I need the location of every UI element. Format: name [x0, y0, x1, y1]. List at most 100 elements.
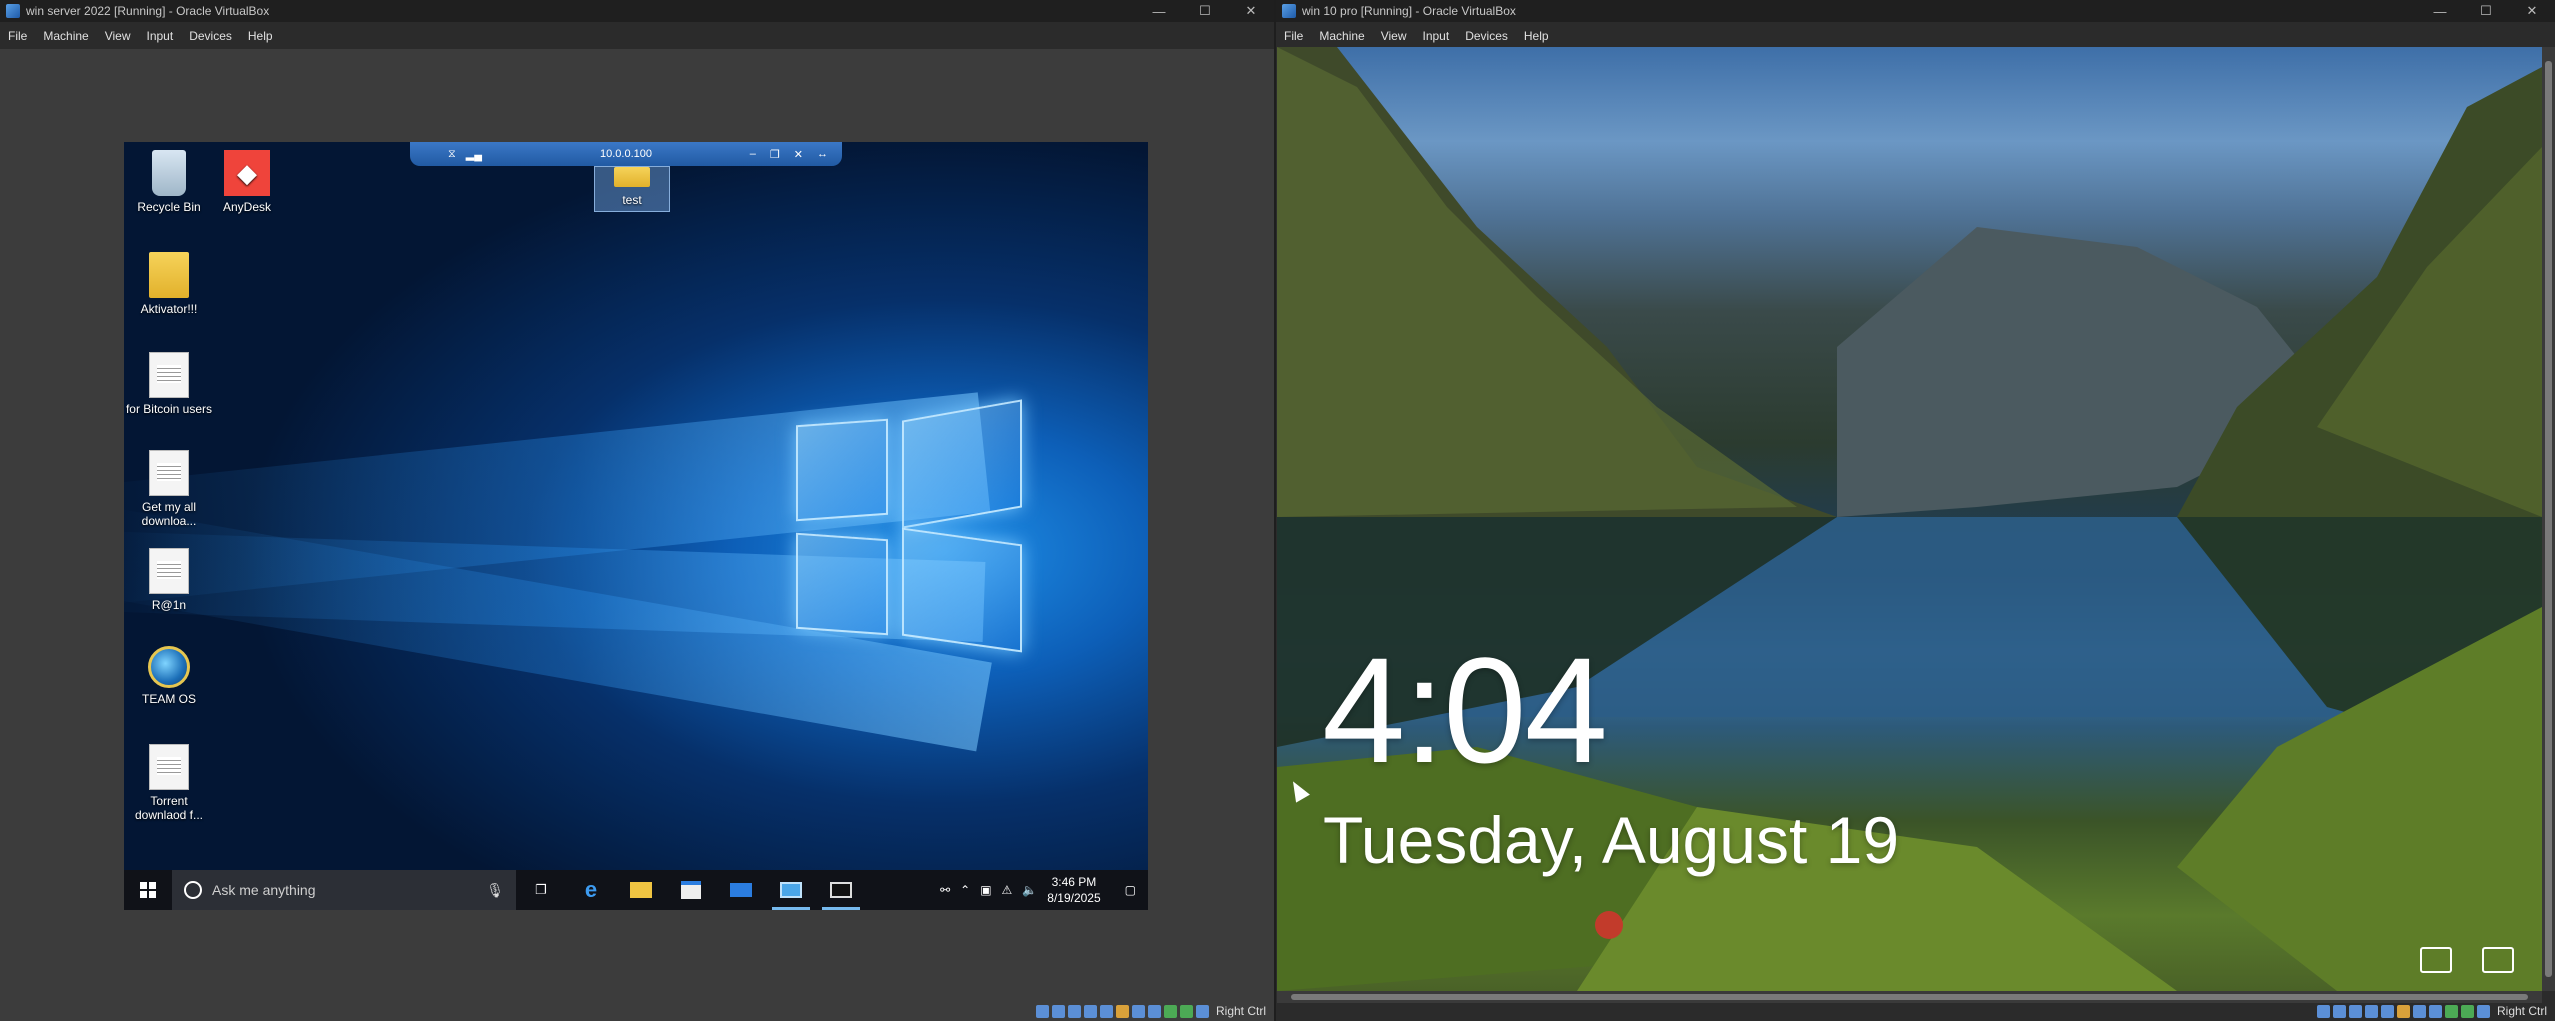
network-warning-icon [2420, 947, 2452, 973]
mouse-integration-icon[interactable] [2460, 1004, 2474, 1018]
menu-help[interactable]: Help [240, 29, 281, 43]
anydesk-icon: ◆ [224, 150, 270, 196]
cpu-icon[interactable] [2444, 1004, 2458, 1018]
desktop-icon-team-os[interactable]: TEAM OS [124, 646, 214, 706]
window-title: win server 2022 [Running] - Oracle Virtu… [26, 4, 270, 18]
virtualbox-icon [1282, 4, 1296, 18]
folder-icon [614, 167, 650, 187]
document-icon [149, 744, 189, 790]
status-bar: Right Ctrl [1035, 1001, 1274, 1021]
people-icon[interactable]: ⚯ [940, 883, 950, 897]
minimize-button[interactable]: — [1136, 0, 1182, 22]
chevron-up-icon[interactable]: ⌃ [960, 883, 970, 897]
host-key-label: Right Ctrl [2496, 1004, 2547, 1018]
menu-file[interactable]: File [1276, 29, 1311, 43]
audio-icon[interactable] [2348, 1004, 2362, 1018]
status-bar: Right Ctrl [2316, 1001, 2555, 1021]
menu-bar: File Machine View Input Devices Help [0, 22, 1274, 49]
maximize-button[interactable]: ☐ [1182, 0, 1228, 22]
guest-screen-win10-lock[interactable]: 4:04 Tuesday, August 19 [1277, 47, 2542, 991]
desktop-icon-get-my-all-downloads[interactable]: Get my all downloa... [124, 450, 214, 528]
close-button[interactable]: ✕ [2509, 0, 2555, 22]
shared-folder-icon[interactable] [1115, 1004, 1129, 1018]
taskbar-file-explorer[interactable] [616, 870, 666, 910]
menu-help[interactable]: Help [1516, 29, 1557, 43]
maximize-button[interactable]: ☐ [2463, 0, 2509, 22]
storage-icon[interactable] [1035, 1004, 1049, 1018]
network-tray-icon[interactable]: ▣ [980, 883, 991, 897]
windows-logo-wallpaper [796, 399, 1096, 660]
recycle-bin-icon [152, 150, 186, 196]
taskbar-store[interactable] [666, 870, 716, 910]
rd-resize-icon[interactable]: ↔ [817, 148, 828, 161]
audio-icon[interactable] [1067, 1004, 1081, 1018]
rd-minimize-button[interactable]: – [750, 148, 756, 161]
close-button[interactable]: ✕ [1228, 0, 1274, 22]
recording-icon[interactable] [2428, 1004, 2442, 1018]
guest-screen-win-server[interactable]: ⧖ ▂▄ 10.0.0.100 – ❐ ✕ ↔ Recycle Bin ◆ An… [124, 142, 1148, 910]
volume-icon[interactable]: 🔈 [1022, 883, 1037, 897]
taskbar-remote-desktop[interactable] [766, 870, 816, 910]
desktop-icon-r1n[interactable]: R@1n [124, 548, 214, 612]
lock-screen-date: Tuesday, August 19 [1323, 803, 1900, 877]
rd-close-button[interactable]: ✕ [794, 148, 803, 161]
storage-icon[interactable] [2316, 1004, 2330, 1018]
desktop-icon-aktivator[interactable]: Aktivator!!! [124, 252, 214, 316]
title-bar: win server 2022 [Running] - Oracle Virtu… [0, 0, 1274, 22]
warning-tray-icon[interactable]: ⚠ [1002, 883, 1013, 897]
menu-machine[interactable]: Machine [35, 29, 96, 43]
mail-icon [730, 883, 752, 897]
taskbar-mail[interactable] [716, 870, 766, 910]
desktop-icon-anydesk[interactable]: ◆ AnyDesk [202, 150, 292, 214]
menu-bar: File Machine View Input Devices Help [1276, 22, 2555, 49]
taskbar-edge[interactable]: e [566, 870, 616, 910]
action-center-icon[interactable]: ▢ [1125, 883, 1136, 897]
desktop-icon-for-bitcoin-users[interactable]: for Bitcoin users [124, 352, 214, 416]
rd-restore-button[interactable]: ❐ [770, 148, 780, 161]
title-bar: win 10 pro [Running] - Oracle VirtualBox… [1276, 0, 2555, 22]
battery-icon [2482, 947, 2514, 973]
taskbar-console[interactable] [816, 870, 866, 910]
display-icon[interactable] [1131, 1004, 1145, 1018]
menu-machine[interactable]: Machine [1311, 29, 1372, 43]
menu-view[interactable]: View [97, 29, 139, 43]
shared-folder-icon[interactable] [2396, 1004, 2410, 1018]
system-tray: ⚯ ⌃ ▣ ⚠ 🔈 3:46 PM 8/19/2025 ▢ [940, 870, 1148, 910]
lock-screen-time: 4:04 [1322, 626, 1608, 794]
menu-view[interactable]: View [1373, 29, 1415, 43]
keyboard-icon[interactable] [2476, 1004, 2490, 1018]
menu-input[interactable]: Input [1415, 29, 1458, 43]
recording-icon[interactable] [1147, 1004, 1161, 1018]
task-view-button[interactable]: ❐ [516, 870, 566, 910]
taskbar-clock[interactable]: 3:46 PM 8/19/2025 [1047, 874, 1100, 906]
document-icon [149, 548, 189, 594]
lock-screen-status [2420, 947, 2514, 973]
microphone-icon[interactable]: 🎙 [486, 882, 504, 899]
document-icon [149, 450, 189, 496]
start-button[interactable] [124, 870, 172, 910]
network-icon[interactable] [2364, 1004, 2378, 1018]
remote-connection-bar[interactable]: ⧖ ▂▄ 10.0.0.100 – ❐ ✕ ↔ [410, 142, 842, 166]
optical-drive-icon[interactable] [1051, 1004, 1065, 1018]
cpu-icon[interactable] [1163, 1004, 1177, 1018]
vertical-scrollbar[interactable] [2542, 47, 2555, 991]
menu-devices[interactable]: Devices [181, 29, 240, 43]
windows-icon [140, 882, 156, 898]
menu-input[interactable]: Input [139, 29, 182, 43]
menu-file[interactable]: File [0, 29, 35, 43]
desktop-icon-recycle-bin[interactable]: Recycle Bin [124, 150, 214, 214]
mouse-integration-icon[interactable] [1179, 1004, 1193, 1018]
menu-devices[interactable]: Devices [1457, 29, 1516, 43]
minimize-button[interactable]: — [2417, 0, 2463, 22]
desktop-icon-test[interactable]: test [594, 166, 670, 212]
cortana-icon [184, 881, 202, 899]
keyboard-icon[interactable] [1195, 1004, 1209, 1018]
horizontal-scrollbar[interactable] [1277, 991, 2542, 1003]
display-icon[interactable] [2412, 1004, 2426, 1018]
usb-icon[interactable] [2380, 1004, 2394, 1018]
usb-icon[interactable] [1099, 1004, 1113, 1018]
network-icon[interactable] [1083, 1004, 1097, 1018]
desktop-icon-torrent-download[interactable]: Torrent downlaod f... [124, 744, 214, 822]
taskbar-search-box[interactable]: Ask me anything 🎙 [172, 870, 516, 910]
optical-drive-icon[interactable] [2332, 1004, 2346, 1018]
